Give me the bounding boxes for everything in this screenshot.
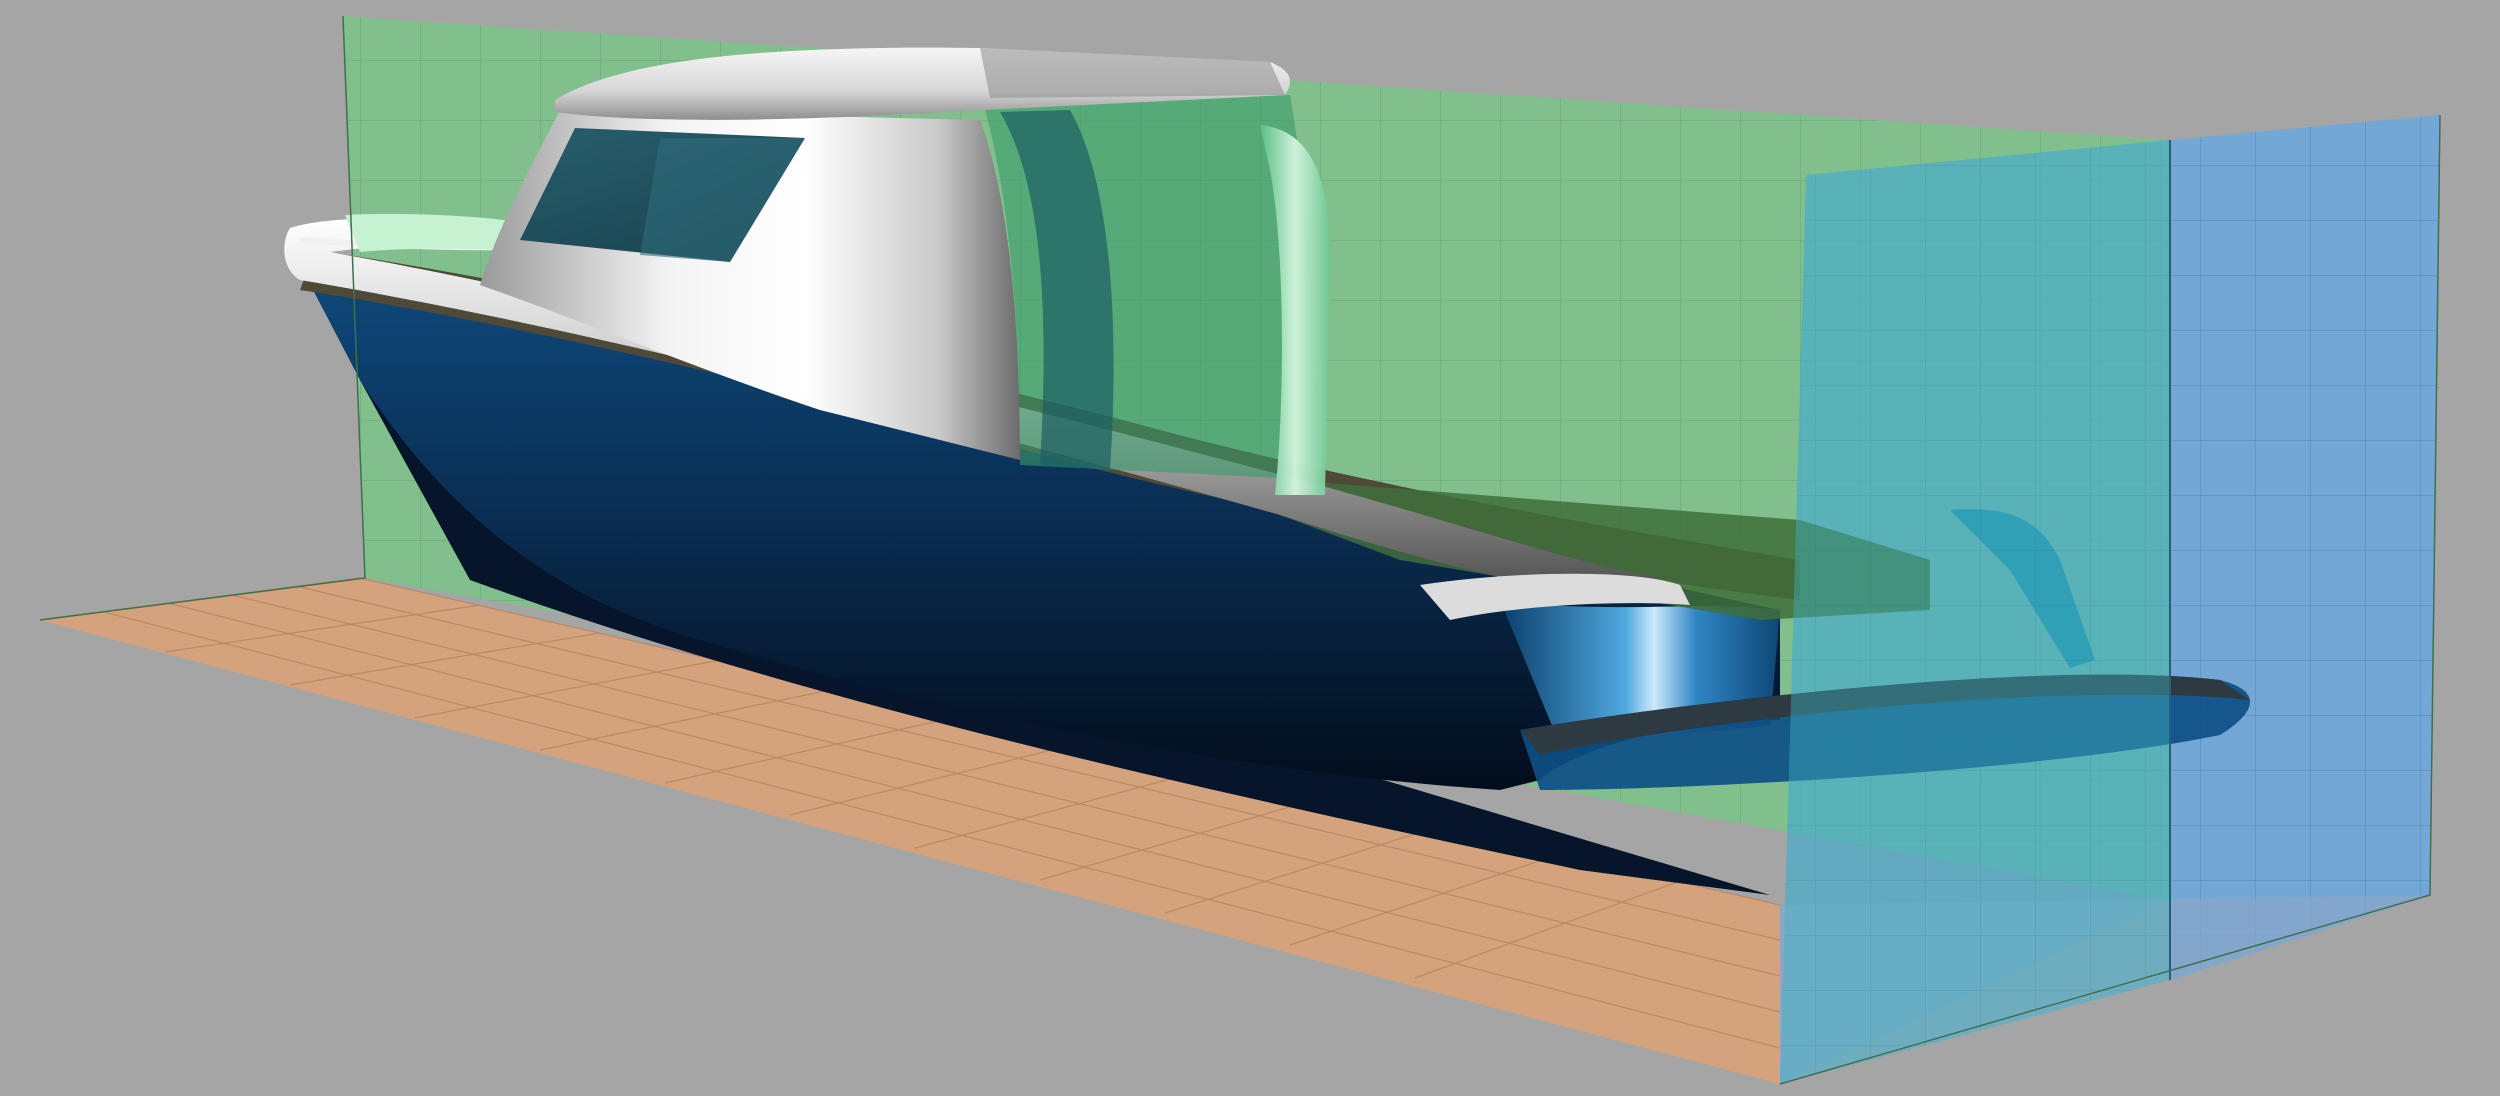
3d-viewport[interactable] <box>0 0 2500 1096</box>
scene-canvas[interactable] <box>0 0 2500 1096</box>
roof-rear <box>980 48 1285 98</box>
section-plane[interactable] <box>1780 140 2171 1084</box>
bow-interior <box>345 213 520 252</box>
